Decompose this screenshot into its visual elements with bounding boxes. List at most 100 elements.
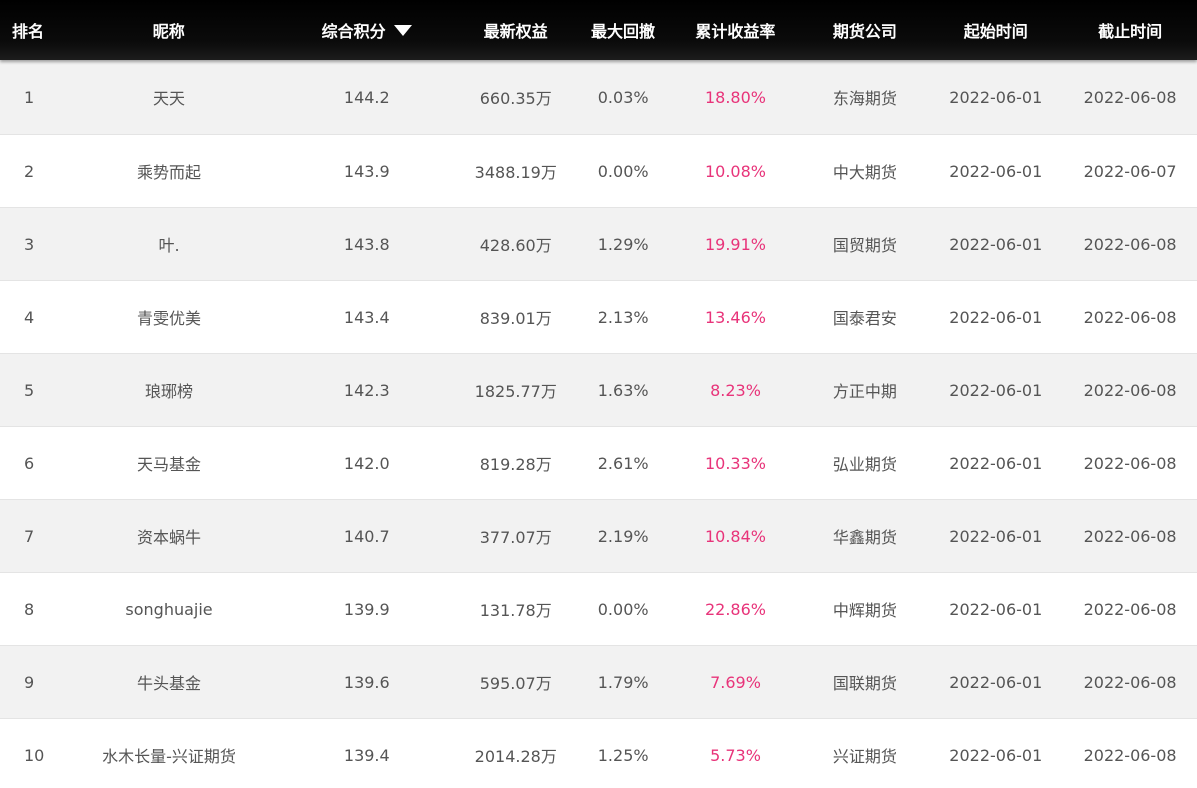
cell-end: 2022-06-08 bbox=[1083, 234, 1177, 254]
cell-equity: 428.60万 bbox=[479, 236, 552, 255]
header-equity: 最新权益 bbox=[483, 22, 548, 41]
table-row: 4 青雯优美 143.4 839.01万 2.13% 13.46% 国泰君安 2… bbox=[0, 281, 1197, 354]
cell-rank: 4 bbox=[24, 307, 35, 327]
cell-equity: 839.01万 bbox=[479, 309, 552, 328]
cell-company: 东海期货 bbox=[832, 89, 897, 108]
cell-nickname[interactable]: 资本蜗牛 bbox=[59, 524, 279, 548]
table-header: 排名 昵称 综合积分 最新权益 最大回撤 累计收益率 期货公司 起始时间 截止时… bbox=[0, 0, 1197, 60]
cell-rank: 6 bbox=[24, 453, 35, 473]
cell-return: 5.73% bbox=[710, 745, 761, 765]
cell-end: 2022-06-08 bbox=[1083, 87, 1177, 107]
ranking-table: 排名 昵称 综合积分 最新权益 最大回撤 累计收益率 期货公司 起始时间 截止时… bbox=[0, 0, 1197, 788]
header-return: 累计收益率 bbox=[695, 22, 776, 41]
cell-end: 2022-06-08 bbox=[1083, 745, 1177, 765]
triangle-down-icon[interactable] bbox=[393, 25, 412, 36]
cell-nickname[interactable]: 叶. bbox=[59, 232, 279, 256]
header-nickname: 昵称 bbox=[152, 22, 185, 41]
cell-equity: 819.28万 bbox=[479, 455, 552, 474]
table-row: 8 songhuajie 139.9 131.78万 0.00% 22.86% … bbox=[0, 573, 1197, 646]
cell-nickname[interactable]: songhuajie bbox=[59, 600, 279, 619]
cell-company: 国联期货 bbox=[832, 674, 897, 693]
cell-company: 国贸期货 bbox=[832, 236, 897, 255]
cell-end: 2022-06-08 bbox=[1083, 599, 1177, 619]
cell-start: 2022-06-01 bbox=[949, 380, 1043, 400]
cell-drawdown: 1.29% bbox=[597, 234, 649, 254]
cell-nickname[interactable]: 牛头基金 bbox=[59, 670, 279, 694]
cell-return: 10.08% bbox=[704, 161, 766, 181]
cell-company: 中大期货 bbox=[832, 163, 897, 182]
cell-score: 143.8 bbox=[343, 234, 390, 254]
cell-rank: 1 bbox=[24, 87, 35, 107]
cell-drawdown: 1.79% bbox=[597, 672, 649, 692]
cell-drawdown: 0.00% bbox=[597, 161, 649, 181]
cell-score: 139.6 bbox=[343, 672, 390, 692]
header-score-sort[interactable]: 综合积分 bbox=[279, 18, 455, 42]
table-row: 5 琅琊榜 142.3 1825.77万 1.63% 8.23% 方正中期 20… bbox=[0, 354, 1197, 427]
cell-equity: 377.07万 bbox=[479, 528, 552, 547]
cell-start: 2022-06-01 bbox=[949, 745, 1043, 765]
cell-start: 2022-06-01 bbox=[949, 234, 1043, 254]
cell-drawdown: 2.19% bbox=[597, 526, 649, 546]
cell-return: 22.86% bbox=[704, 599, 766, 619]
cell-equity: 660.35万 bbox=[479, 89, 552, 108]
cell-drawdown: 0.00% bbox=[597, 599, 649, 619]
cell-company: 弘业期货 bbox=[832, 455, 897, 474]
cell-drawdown: 2.61% bbox=[597, 453, 649, 473]
table-row: 1 天天 144.2 660.35万 0.03% 18.80% 东海期货 202… bbox=[0, 60, 1197, 135]
cell-score: 139.4 bbox=[343, 745, 390, 765]
cell-nickname[interactable]: 乘势而起 bbox=[59, 159, 279, 183]
cell-nickname[interactable]: 天天 bbox=[59, 85, 279, 109]
cell-equity: 2014.28万 bbox=[474, 747, 557, 766]
table-row: 6 天马基金 142.0 819.28万 2.61% 10.33% 弘业期货 2… bbox=[0, 427, 1197, 500]
cell-start: 2022-06-01 bbox=[949, 161, 1043, 181]
cell-end: 2022-06-08 bbox=[1083, 380, 1177, 400]
cell-score: 142.3 bbox=[343, 380, 390, 400]
cell-company: 兴证期货 bbox=[832, 747, 897, 766]
table-row: 3 叶. 143.8 428.60万 1.29% 19.91% 国贸期货 202… bbox=[0, 208, 1197, 281]
cell-company: 方正中期 bbox=[832, 382, 897, 401]
cell-company: 中辉期货 bbox=[832, 601, 897, 620]
cell-nickname[interactable]: 青雯优美 bbox=[59, 305, 279, 329]
cell-start: 2022-06-01 bbox=[949, 87, 1043, 107]
cell-rank: 8 bbox=[24, 599, 35, 619]
header-drawdown: 最大回撤 bbox=[591, 22, 656, 41]
table-row: 9 牛头基金 139.6 595.07万 1.79% 7.69% 国联期货 20… bbox=[0, 646, 1197, 719]
cell-company: 华鑫期货 bbox=[832, 528, 897, 547]
cell-score: 140.7 bbox=[343, 526, 390, 546]
cell-return: 13.46% bbox=[704, 307, 766, 327]
cell-drawdown: 1.63% bbox=[597, 380, 649, 400]
cell-score: 143.4 bbox=[343, 307, 390, 327]
cell-start: 2022-06-01 bbox=[949, 453, 1043, 473]
cell-drawdown: 0.03% bbox=[597, 87, 649, 107]
cell-rank: 10 bbox=[24, 745, 45, 765]
cell-start: 2022-06-01 bbox=[949, 307, 1043, 327]
cell-start: 2022-06-01 bbox=[949, 599, 1043, 619]
cell-equity: 131.78万 bbox=[479, 601, 552, 620]
table-row: 7 资本蜗牛 140.7 377.07万 2.19% 10.84% 华鑫期货 2… bbox=[0, 500, 1197, 573]
cell-company: 国泰君安 bbox=[832, 309, 897, 328]
header-company: 期货公司 bbox=[832, 22, 897, 41]
cell-drawdown: 1.25% bbox=[597, 745, 649, 765]
table-row: 10 水木长量-兴证期货 139.4 2014.28万 1.25% 5.73% … bbox=[0, 719, 1197, 788]
cell-rank: 7 bbox=[24, 526, 35, 546]
cell-start: 2022-06-01 bbox=[949, 672, 1043, 692]
cell-nickname[interactable]: 水木长量-兴证期货 bbox=[59, 743, 279, 767]
cell-score: 144.2 bbox=[343, 87, 390, 107]
cell-end: 2022-06-08 bbox=[1083, 307, 1177, 327]
cell-rank: 9 bbox=[24, 672, 35, 692]
cell-score: 142.0 bbox=[343, 453, 390, 473]
cell-rank: 5 bbox=[24, 380, 35, 400]
cell-start: 2022-06-01 bbox=[949, 526, 1043, 546]
cell-rank: 3 bbox=[24, 234, 35, 254]
cell-nickname[interactable]: 天马基金 bbox=[59, 451, 279, 475]
cell-return: 18.80% bbox=[704, 87, 766, 107]
cell-score: 143.9 bbox=[343, 161, 390, 181]
cell-nickname[interactable]: 琅琊榜 bbox=[59, 378, 279, 402]
cell-equity: 3488.19万 bbox=[474, 163, 557, 182]
header-end: 截止时间 bbox=[1098, 22, 1163, 41]
cell-return: 8.23% bbox=[710, 380, 761, 400]
cell-return: 19.91% bbox=[704, 234, 766, 254]
cell-drawdown: 2.13% bbox=[597, 307, 649, 327]
cell-score: 139.9 bbox=[343, 599, 390, 619]
cell-end: 2022-06-08 bbox=[1083, 526, 1177, 546]
